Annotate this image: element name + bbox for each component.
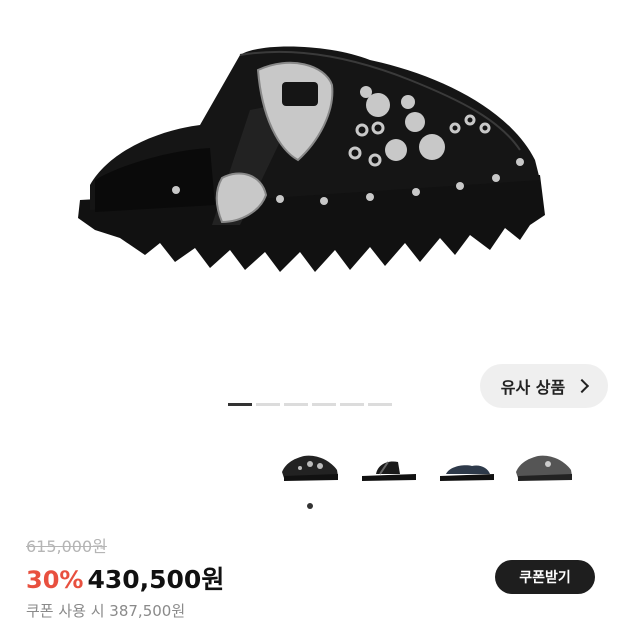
discount-rate: 30% bbox=[26, 566, 84, 594]
similar-products-label: 유사 상품 bbox=[500, 378, 566, 397]
variant-thumbnails bbox=[280, 450, 574, 486]
carousel-dot[interactable] bbox=[284, 403, 308, 406]
chevron-right-icon bbox=[575, 378, 590, 394]
carousel-dot[interactable] bbox=[256, 403, 280, 406]
variant-grey-clog[interactable] bbox=[514, 450, 574, 486]
carousel-dot[interactable] bbox=[340, 403, 364, 406]
similar-products-button[interactable]: 유사 상품 bbox=[480, 364, 608, 408]
carousel-indicator bbox=[228, 403, 392, 406]
product-image[interactable] bbox=[0, 0, 620, 400]
get-coupon-button[interactable]: 쿠폰받기 bbox=[495, 560, 595, 594]
original-price: 615,000원 bbox=[26, 537, 107, 556]
carousel-dot[interactable] bbox=[228, 403, 252, 406]
selected-variant-indicator bbox=[307, 503, 313, 509]
sale-price: 430,500원 bbox=[87, 565, 225, 594]
price-row: 30% 430,500원 bbox=[26, 560, 224, 596]
carousel-dot[interactable] bbox=[312, 403, 336, 406]
variant-navy-sandal[interactable] bbox=[436, 450, 496, 486]
variant-studded-clog[interactable] bbox=[280, 450, 340, 486]
coupon-price-text: 쿠폰 사용 시 387,500원 bbox=[26, 602, 186, 620]
carousel-dot[interactable] bbox=[368, 403, 392, 406]
variant-strap-sandal[interactable] bbox=[358, 450, 418, 486]
shoe-illustration bbox=[78, 46, 545, 272]
